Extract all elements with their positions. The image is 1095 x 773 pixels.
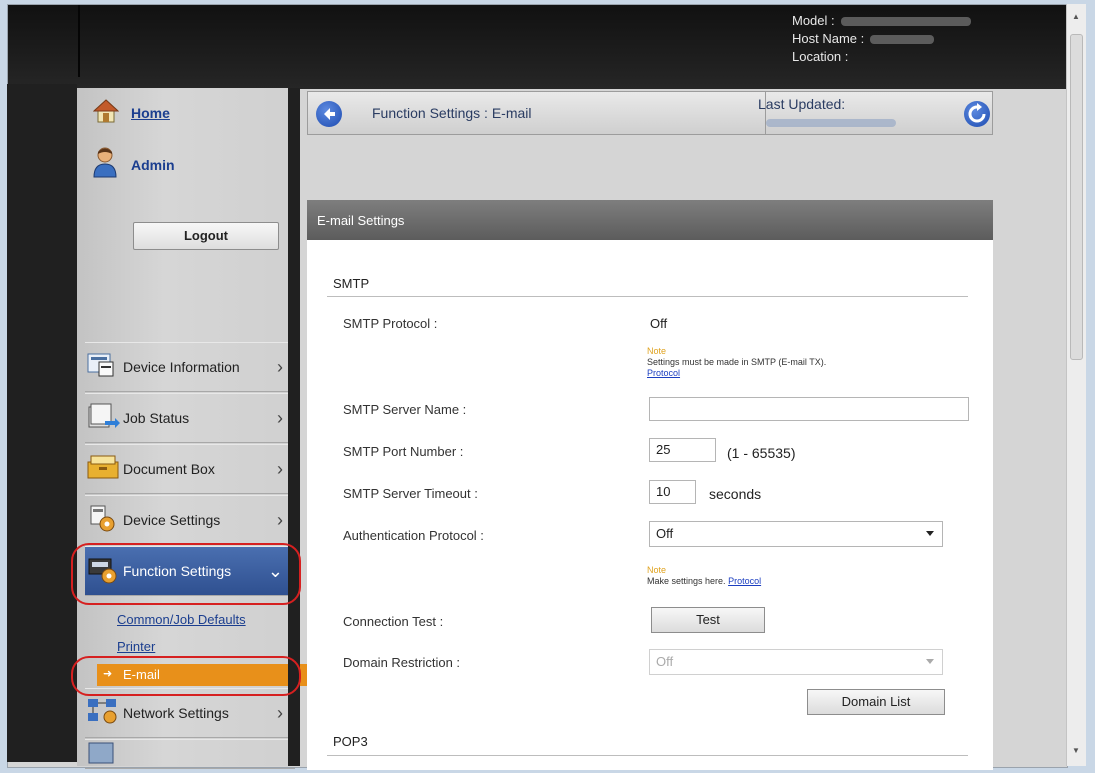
sub-common-job-defaults[interactable]: Common/Job Defaults bbox=[117, 612, 246, 627]
nav-document-box[interactable]: Document Box › bbox=[85, 444, 295, 494]
smtp-server-timeout-label: SMTP Server Timeout : bbox=[343, 486, 478, 501]
nav-job-status[interactable]: Job Status › bbox=[85, 393, 295, 443]
breadcrumb-bar: Function Settings : E-mail bbox=[307, 91, 766, 135]
protocol-link[interactable]: Protocol bbox=[728, 576, 761, 586]
last-updated-value-redacted bbox=[766, 119, 896, 127]
scrollbar-thumb[interactable] bbox=[1070, 34, 1083, 360]
smtp-protocol-value: Off bbox=[650, 316, 668, 331]
smtp-port-number-label: SMTP Port Number : bbox=[343, 444, 464, 459]
highlight-email bbox=[71, 656, 301, 696]
arrow-left-icon bbox=[324, 108, 335, 120]
dropdown-arrow-icon bbox=[926, 659, 934, 664]
authentication-protocol-select[interactable]: Off bbox=[649, 521, 943, 547]
home-icon bbox=[92, 98, 120, 129]
smtp-server-name-label: SMTP Server Name : bbox=[343, 402, 467, 417]
device-information-icon bbox=[85, 350, 121, 385]
panel-header: E-mail Settings bbox=[307, 200, 993, 240]
user-avatar-icon bbox=[91, 146, 119, 183]
breadcrumb: Function Settings : E-mail bbox=[372, 105, 532, 121]
vertical-scrollbar[interactable]: ▲ ▼ bbox=[1066, 4, 1086, 766]
domain-restriction-label: Domain Restriction : bbox=[343, 655, 461, 670]
last-updated-bar: Last Updated: bbox=[758, 91, 993, 135]
last-updated-label: Last Updated: bbox=[758, 96, 846, 112]
protocol-link[interactable]: Protocol bbox=[647, 368, 680, 378]
note-text: Make settings here. bbox=[647, 576, 726, 586]
top-header: Model : Host Name : Location : bbox=[8, 5, 1067, 89]
back-button[interactable] bbox=[316, 101, 342, 127]
sub-printer[interactable]: Printer bbox=[117, 639, 155, 654]
nav-device-settings[interactable]: Device Settings › bbox=[85, 495, 295, 545]
port-range-hint: (1 - 65535) bbox=[727, 445, 796, 461]
left-gutter bbox=[7, 84, 77, 762]
smtp-server-name-input[interactable] bbox=[649, 397, 969, 421]
network-settings-icon bbox=[85, 696, 121, 731]
note-title: Note bbox=[647, 346, 667, 356]
panel-title: E-mail Settings bbox=[317, 213, 405, 228]
chevron-right-icon: › bbox=[277, 356, 283, 377]
smtp-protocol-label: SMTP Protocol : bbox=[343, 316, 438, 331]
nav-label: Network Settings bbox=[123, 705, 229, 721]
pop3-heading: POP3 bbox=[333, 734, 368, 749]
divider bbox=[327, 296, 968, 297]
host-name-value-redacted bbox=[870, 35, 935, 45]
domain-restriction-select[interactable]: Off bbox=[649, 649, 943, 675]
chevron-right-icon: › bbox=[277, 458, 283, 479]
domain-restriction-value: Off bbox=[656, 654, 674, 669]
admin-label: Admin bbox=[131, 156, 175, 173]
authentication-protocol-value: Off bbox=[656, 526, 674, 541]
admin-user: Admin bbox=[91, 146, 175, 183]
chevron-right-icon: › bbox=[277, 509, 283, 530]
device-settings-icon bbox=[85, 503, 121, 538]
device-info: Model : Host Name : Location : bbox=[792, 12, 971, 66]
security-settings-icon bbox=[85, 740, 121, 768]
scroll-down-icon[interactable]: ▼ bbox=[1072, 746, 1080, 755]
note-smtp: Note Settings must be made in SMTP (E-ma… bbox=[647, 346, 826, 379]
test-button[interactable]: Test bbox=[651, 607, 765, 633]
authentication-protocol-label: Authentication Protocol : bbox=[343, 528, 484, 543]
timeout-unit: seconds bbox=[709, 486, 762, 502]
nav-label: Document Box bbox=[123, 461, 215, 477]
chevron-right-icon: › bbox=[277, 407, 283, 428]
chevron-right-icon: › bbox=[277, 702, 283, 723]
nav-security-settings-partial[interactable] bbox=[85, 739, 295, 769]
home-link[interactable]: Home bbox=[92, 98, 170, 129]
smtp-port-number-input[interactable]: 25 bbox=[649, 438, 716, 462]
highlight-function-settings bbox=[71, 543, 301, 605]
note-title: Note bbox=[647, 565, 667, 575]
dropdown-arrow-icon bbox=[926, 531, 934, 536]
domain-list-button[interactable]: Domain List bbox=[807, 689, 945, 715]
note-line: Make settings here. Protocol bbox=[647, 576, 761, 587]
location-label: Location : bbox=[792, 49, 849, 64]
model-label: Model : bbox=[792, 13, 835, 28]
email-settings-panel: SMTP SMTP Protocol : Off Note Settings m… bbox=[307, 240, 993, 770]
connection-test-label: Connection Test : bbox=[343, 614, 444, 629]
refresh-button[interactable] bbox=[964, 101, 990, 127]
logout-button[interactable]: Logout bbox=[133, 222, 279, 250]
nav-device-information[interactable]: Device Information › bbox=[85, 342, 295, 392]
nav-label: Device Settings bbox=[123, 512, 221, 528]
host-name-label: Host Name : bbox=[792, 31, 865, 46]
smtp-heading: SMTP bbox=[333, 276, 370, 291]
scroll-up-icon[interactable]: ▲ bbox=[1072, 12, 1080, 21]
header-divider bbox=[78, 5, 80, 77]
divider bbox=[327, 755, 968, 756]
refresh-icon bbox=[968, 103, 986, 123]
model-value-redacted bbox=[840, 17, 971, 27]
note-text: Settings must be made in SMTP (E-mail TX… bbox=[647, 357, 827, 367]
document-box-icon bbox=[85, 452, 121, 487]
job-status-icon bbox=[85, 401, 121, 436]
note-auth: Note Make settings here. Protocol bbox=[647, 565, 761, 587]
nav-label: Job Status bbox=[123, 410, 190, 426]
home-link-label[interactable]: Home bbox=[131, 105, 170, 121]
nav-label: Device Information bbox=[123, 359, 240, 375]
smtp-server-timeout-input[interactable]: 10 bbox=[649, 480, 696, 504]
